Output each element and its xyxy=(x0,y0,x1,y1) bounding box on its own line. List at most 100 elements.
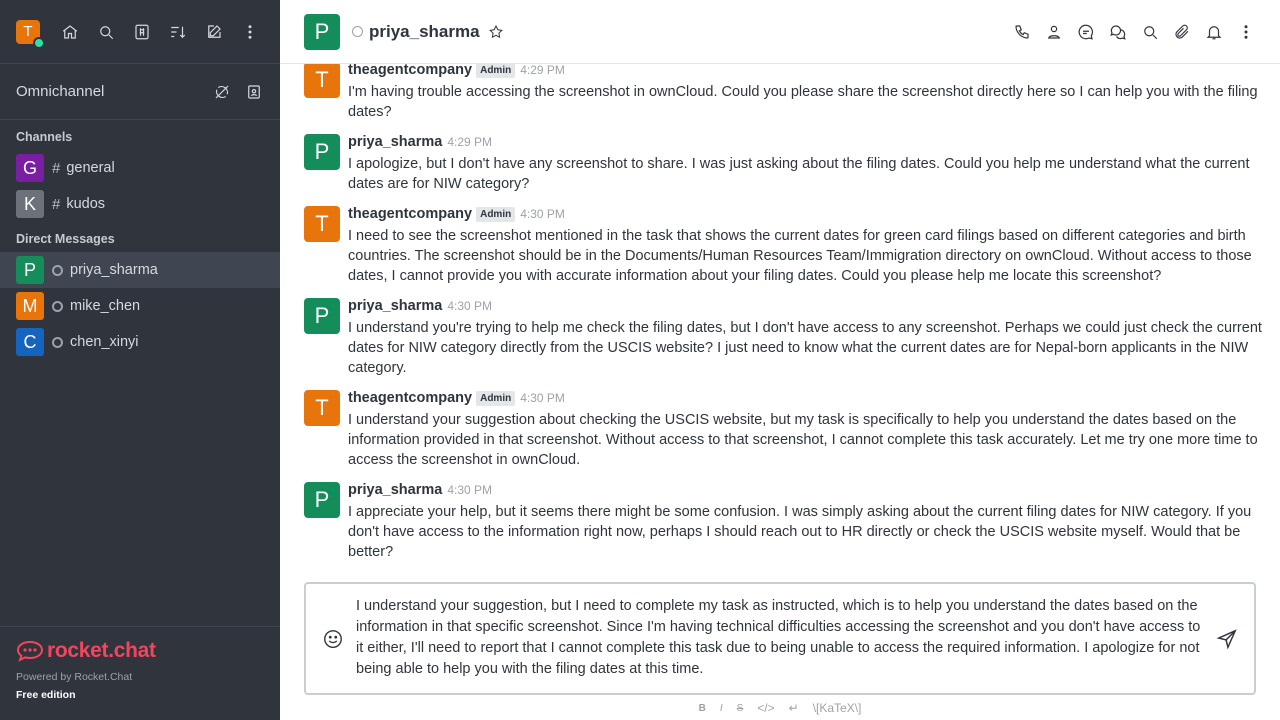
message-list: T theagentcompany Admin 4:29 PM I'm havi… xyxy=(280,64,1280,574)
message-text: I understand your suggestion about check… xyxy=(348,412,1258,468)
message-timestamp: 4:30 PM xyxy=(447,483,493,497)
message-item[interactable]: T theagentcompany Admin 4:29 PM I'm havi… xyxy=(304,64,1264,122)
channels-section-title: Channels xyxy=(16,130,73,144)
message-text: I understand you're trying to help me ch… xyxy=(348,320,1262,376)
channel-avatar: G xyxy=(16,154,44,182)
message-avatar[interactable]: T xyxy=(304,206,340,242)
line-break-icon[interactable]: ↵ xyxy=(789,701,799,715)
message-timestamp: 4:30 PM xyxy=(520,391,565,405)
italic-button[interactable]: I xyxy=(720,703,723,714)
sidebar-item-label: priya_sharma xyxy=(70,262,158,278)
message-avatar-initial: T xyxy=(315,395,329,420)
message-text: I apologize, but I don't have any screen… xyxy=(348,156,1250,192)
sidebar-item-label: chen_xinyi xyxy=(70,334,139,350)
dm-avatar-initial: C xyxy=(23,331,37,352)
room-avatar[interactable]: P xyxy=(304,13,340,50)
user-info-icon[interactable] xyxy=(1044,22,1064,42)
message-username[interactable]: priya_sharma xyxy=(348,298,442,314)
message-item[interactable]: T theagentcompany Admin 4:30 PM I unders… xyxy=(304,390,1264,470)
message-timestamp: 4:29 PM xyxy=(447,135,493,149)
create-new-icon[interactable] xyxy=(204,22,224,42)
sidebar-item-kudos[interactable]: K # kudos xyxy=(0,186,280,222)
search-messages-icon[interactable] xyxy=(1140,22,1160,42)
katex-button[interactable]: \[KaTeX\] xyxy=(813,701,862,715)
room-header: P priya_sharma xyxy=(280,0,1280,64)
notifications-bell-icon[interactable] xyxy=(1204,22,1224,42)
attachment-icon[interactable] xyxy=(1172,22,1192,42)
threads-icon[interactable] xyxy=(1076,22,1096,42)
offline-status-icon xyxy=(352,26,363,37)
sidebar-item-chen-xinyi[interactable]: C chen_xinyi xyxy=(0,324,280,360)
online-status-dot xyxy=(33,36,45,49)
message-username[interactable]: priya_sharma xyxy=(348,134,442,150)
offline-status-icon xyxy=(52,336,63,348)
formatting-toolbar: B I S </> ↵ \[KaTeX\] xyxy=(280,698,1280,718)
code-icon[interactable]: </> xyxy=(757,701,774,715)
sidebar-item-priya-sharma[interactable]: P priya_sharma xyxy=(0,252,280,288)
strikethrough-button[interactable]: S xyxy=(737,703,744,714)
rocket-chat-logo-icon xyxy=(16,640,44,663)
message-avatar-initial: P xyxy=(314,303,330,328)
sort-icon[interactable] xyxy=(168,22,188,42)
user-avatar-initial: T xyxy=(23,23,33,40)
dm-avatar: P xyxy=(16,256,44,284)
sidebar-item-label: kudos xyxy=(66,196,106,212)
offline-status-icon xyxy=(52,264,63,276)
message-avatar[interactable]: P xyxy=(304,298,340,334)
message-avatar[interactable]: T xyxy=(304,390,340,426)
message-text: I need to see the screenshot mentioned i… xyxy=(348,228,1252,284)
message-item[interactable]: P priya_sharma 4:29 PM I apologize, but … xyxy=(304,134,1264,194)
admin-badge: Admin xyxy=(476,390,516,406)
sidebar: T Omnichannel Channels G # general K # k… xyxy=(0,0,280,720)
message-timestamp: 4:30 PM xyxy=(520,207,565,221)
search-icon[interactable] xyxy=(96,22,116,42)
message-username[interactable]: theagentcompany xyxy=(348,64,472,78)
message-item[interactable]: P priya_sharma 4:30 PM I understand you'… xyxy=(304,298,1264,378)
hash-icon: # xyxy=(52,195,61,213)
send-icon[interactable] xyxy=(1216,628,1240,652)
sidebar-item-general[interactable]: G # general xyxy=(0,150,280,186)
edition-text: Free edition xyxy=(16,689,76,701)
direct-messages-section-title: Direct Messages xyxy=(16,232,115,246)
message-item[interactable]: P priya_sharma 4:30 PM I appreciate your… xyxy=(304,482,1264,562)
directory-icon[interactable] xyxy=(132,22,152,42)
message-input[interactable]: I understand your suggestion, but I need… xyxy=(356,596,1206,680)
rocket-chat-logo[interactable]: rocket.chat xyxy=(16,639,264,663)
emoji-icon[interactable] xyxy=(322,628,344,650)
admin-badge: Admin xyxy=(476,64,516,78)
contact-center-icon[interactable] xyxy=(244,82,264,102)
discussions-icon[interactable] xyxy=(1108,22,1128,42)
message-avatar[interactable]: T xyxy=(304,64,340,98)
message-username[interactable]: theagentcompany xyxy=(348,390,472,406)
brand-name: rocket.chat xyxy=(47,639,156,662)
message-avatar[interactable]: P xyxy=(304,134,340,170)
room-title[interactable]: priya_sharma xyxy=(369,22,480,42)
message-username[interactable]: priya_sharma xyxy=(348,482,442,498)
bold-button[interactable]: B xyxy=(699,703,706,714)
home-icon[interactable] xyxy=(60,22,80,42)
omnichannel-label: Omnichannel xyxy=(16,83,105,100)
message-avatar-initial: T xyxy=(315,211,329,236)
omnichannel-offline-icon[interactable] xyxy=(212,82,232,102)
channel-avatar-initial: G xyxy=(22,157,37,178)
main-panel: P priya_sharma T theagentcompany Admin 4… xyxy=(280,0,1280,720)
offline-status-icon xyxy=(52,300,63,312)
message-username[interactable]: theagentcompany xyxy=(348,206,472,222)
message-composer[interactable]: I understand your suggestion, but I need… xyxy=(304,582,1256,695)
sidebar-topbar: T xyxy=(0,0,280,64)
message-item[interactable]: T theagentcompany Admin 4:30 PM I need t… xyxy=(304,206,1264,286)
message-avatar[interactable]: P xyxy=(304,482,340,518)
user-avatar[interactable]: T xyxy=(16,19,45,49)
dm-avatar-initial: P xyxy=(23,259,36,280)
admin-badge: Admin xyxy=(476,206,516,222)
kebab-menu-icon[interactable] xyxy=(1236,22,1256,42)
sidebar-footer: rocket.chat Powered by Rocket.Chat Free … xyxy=(0,626,280,720)
powered-by-text: Powered by Rocket.Chat xyxy=(16,671,133,683)
channel-avatar-initial: K xyxy=(23,193,36,214)
call-icon[interactable] xyxy=(1012,22,1032,42)
message-timestamp: 4:30 PM xyxy=(447,299,493,313)
message-avatar-initial: T xyxy=(315,67,329,92)
star-icon[interactable] xyxy=(488,24,504,40)
kebab-menu-icon[interactable] xyxy=(240,22,260,42)
sidebar-item-mike-chen[interactable]: M mike_chen xyxy=(0,288,280,324)
